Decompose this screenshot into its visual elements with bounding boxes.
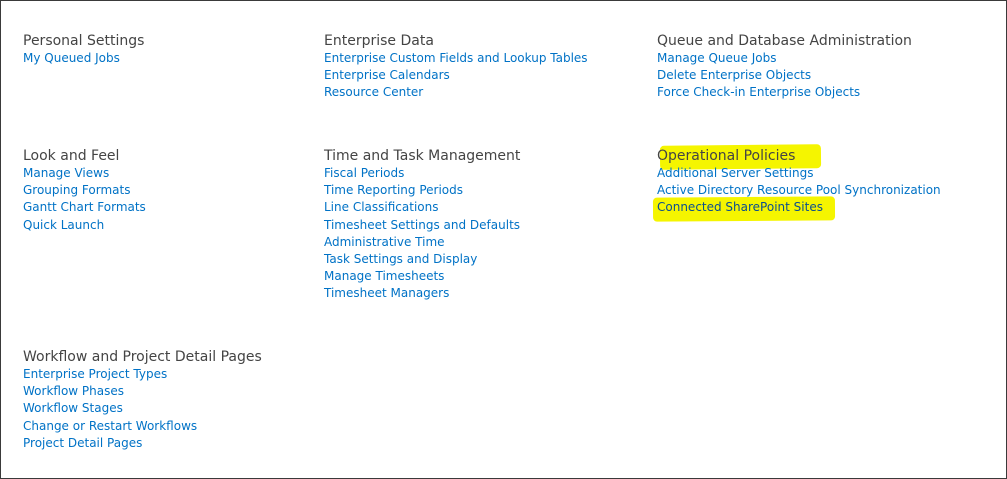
list-item: Additional Server Settings	[657, 165, 941, 182]
section-title-highlighted: Operational Policies	[657, 144, 822, 170]
list-item: Enterprise Calendars	[324, 67, 588, 84]
link-gantt-chart-formats[interactable]: Gantt Chart Formats	[23, 200, 146, 214]
list-item: Connected SharePoint Sites	[652, 196, 941, 223]
link-change-restart-workflows[interactable]: Change or Restart Workflows	[23, 419, 197, 433]
link-connected-sharepoint-sites[interactable]: Connected SharePoint Sites	[652, 196, 836, 223]
list-item: Line Classifications	[324, 199, 520, 216]
link-delete-enterprise-objects[interactable]: Delete Enterprise Objects	[657, 68, 811, 82]
link-quick-launch[interactable]: Quick Launch	[23, 218, 104, 232]
link-ad-resource-pool-sync[interactable]: Active Directory Resource Pool Synchroni…	[657, 183, 941, 197]
list-item: Timesheet Settings and Defaults	[324, 217, 520, 234]
section-title-text: Operational Policies	[657, 148, 796, 164]
section-enterprise-data: Enterprise Data Enterprise Custom Fields…	[324, 30, 588, 102]
link-text: Connected SharePoint Sites	[657, 200, 823, 215]
list-item: Change or Restart Workflows	[23, 418, 262, 435]
link-manage-views[interactable]: Manage Views	[23, 166, 109, 180]
link-timesheet-settings[interactable]: Timesheet Settings and Defaults	[324, 218, 520, 232]
link-manage-queue-jobs[interactable]: Manage Queue Jobs	[657, 51, 776, 65]
list-item: Resource Center	[324, 84, 588, 101]
list-item: Project Detail Pages	[23, 435, 262, 452]
section-personal-settings: Personal Settings My Queued Jobs	[23, 30, 144, 67]
list-item: Administrative Time	[324, 234, 520, 251]
link-manage-timesheets[interactable]: Manage Timesheets	[324, 269, 444, 283]
section-operational-policies: Operational Policies Additional Server S…	[652, 144, 941, 223]
list-item: Workflow Stages	[23, 400, 262, 417]
list-item: Grouping Formats	[23, 182, 146, 199]
section-title: Enterprise Data	[324, 33, 434, 49]
section-title: Time and Task Management	[324, 148, 521, 164]
link-resource-center[interactable]: Resource Center	[324, 85, 423, 99]
section-title: Queue and Database Administration	[657, 33, 912, 49]
link-workflow-phases[interactable]: Workflow Phases	[23, 384, 124, 398]
list-item: Gantt Chart Formats	[23, 199, 146, 216]
list-item: Time Reporting Periods	[324, 182, 520, 199]
link-enterprise-project-types[interactable]: Enterprise Project Types	[23, 367, 167, 381]
section-workflow-project-detail-pages: Workflow and Project Detail Pages Enterp…	[23, 346, 262, 452]
link-task-settings-display[interactable]: Task Settings and Display	[324, 252, 477, 266]
link-project-detail-pages[interactable]: Project Detail Pages	[23, 436, 142, 450]
link-time-reporting-periods[interactable]: Time Reporting Periods	[324, 183, 463, 197]
section-title: Look and Feel	[23, 148, 120, 164]
list-item: Manage Timesheets	[324, 268, 520, 285]
list-item: My Queued Jobs	[23, 50, 144, 67]
list-item: Manage Queue Jobs	[657, 50, 912, 67]
list-item: Fiscal Periods	[324, 165, 520, 182]
settings-panel: Personal Settings My Queued Jobs Enterpr…	[0, 0, 1007, 479]
section-look-and-feel: Look and Feel Manage Views Grouping Form…	[23, 145, 146, 234]
list-item: Enterprise Project Types	[23, 366, 262, 383]
link-administrative-time[interactable]: Administrative Time	[324, 235, 445, 249]
link-fiscal-periods[interactable]: Fiscal Periods	[324, 166, 404, 180]
link-force-check-in[interactable]: Force Check-in Enterprise Objects	[657, 85, 860, 99]
list-item: Delete Enterprise Objects	[657, 67, 912, 84]
list-item: Timesheet Managers	[324, 285, 520, 302]
section-title: Personal Settings	[23, 33, 145, 49]
list-item: Workflow Phases	[23, 383, 262, 400]
link-timesheet-managers[interactable]: Timesheet Managers	[324, 286, 449, 300]
section-time-and-task-management: Time and Task Management Fiscal Periods …	[324, 145, 520, 303]
list-item: Manage Views	[23, 165, 146, 182]
link-line-classifications[interactable]: Line Classifications	[324, 200, 438, 214]
link-enterprise-calendars[interactable]: Enterprise Calendars	[324, 68, 450, 82]
link-grouping-formats[interactable]: Grouping Formats	[23, 183, 130, 197]
section-queue-database-admin: Queue and Database Administration Manage…	[657, 30, 912, 102]
list-item: Enterprise Custom Fields and Lookup Tabl…	[324, 50, 588, 67]
link-additional-server-settings[interactable]: Additional Server Settings	[657, 166, 813, 180]
list-item: Quick Launch	[23, 217, 146, 234]
link-enterprise-custom-fields[interactable]: Enterprise Custom Fields and Lookup Tabl…	[324, 51, 588, 65]
link-my-queued-jobs[interactable]: My Queued Jobs	[23, 51, 120, 65]
link-workflow-stages[interactable]: Workflow Stages	[23, 401, 123, 415]
list-item: Task Settings and Display	[324, 251, 520, 268]
section-title: Workflow and Project Detail Pages	[23, 349, 262, 365]
list-item: Force Check-in Enterprise Objects	[657, 84, 912, 101]
